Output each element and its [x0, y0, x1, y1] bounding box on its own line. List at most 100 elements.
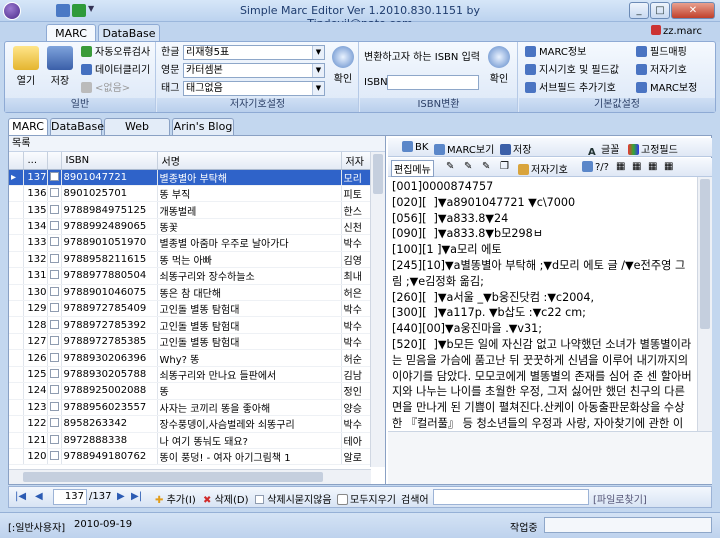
- checkbox-icon[interactable]: [49, 451, 59, 461]
- isbn-input[interactable]: [387, 75, 479, 90]
- header-isbn[interactable]: ISBN: [61, 152, 158, 170]
- checkbox-icon[interactable]: [49, 286, 59, 296]
- ribbon-tab-database[interactable]: DataBase: [98, 24, 160, 42]
- ribbon-tab-marc[interactable]: MARC: [46, 24, 96, 42]
- open-button[interactable]: 열기: [11, 46, 41, 87]
- table-row[interactable]: 126 9788930206396 Why? 똥 허순: [9, 349, 372, 367]
- author-code-tool-button[interactable]: 저자기호: [518, 161, 568, 176]
- table-row[interactable]: 134 9788992489065 똥꽃 신천: [9, 218, 372, 236]
- refresh-quick-icon[interactable]: [72, 4, 86, 17]
- tool-icon-a[interactable]: ▦: [616, 161, 625, 172]
- quick-access-dropdown-icon[interactable]: ▼: [88, 4, 98, 17]
- tool-icon-c[interactable]: ▦: [648, 161, 657, 172]
- file-find-button[interactable]: [파일로찾기]: [593, 491, 647, 506]
- table-row[interactable]: 123 9788956023557 사자는 코끼리 똥을 좋아해 양승: [9, 399, 372, 417]
- delete-confirm-checkbox[interactable]: 삭제시묻지않음: [255, 491, 332, 506]
- row-checkbox[interactable]: [47, 333, 62, 351]
- prev-record-icon[interactable]: ◀: [35, 491, 43, 502]
- last-record-icon[interactable]: ▶|: [131, 491, 142, 502]
- checkbox-icon[interactable]: [49, 270, 59, 280]
- wand-icon[interactable]: ✎: [482, 161, 490, 172]
- pen-icon[interactable]: ✎: [446, 161, 454, 172]
- row-checkbox[interactable]: [47, 448, 62, 466]
- auto-check-button[interactable]: 자동오류검사: [81, 45, 150, 61]
- app-logo-icon[interactable]: [3, 2, 21, 20]
- editor-save-button[interactable]: 저장: [500, 141, 531, 156]
- table-row[interactable]: 128 9788972785392 고인돌 별똥 탐험대 박수: [9, 316, 372, 334]
- subfield-button[interactable]: 서브필드 추가기호: [525, 81, 616, 97]
- help-button[interactable]: ?/?: [582, 161, 609, 173]
- table-row[interactable]: 136 8901025701 똥 부직 피토: [9, 185, 372, 203]
- row-checkbox[interactable]: [47, 267, 62, 285]
- row-checkbox[interactable]: [47, 234, 62, 252]
- row-checkbox[interactable]: [47, 399, 62, 417]
- tool-icon-d[interactable]: ▦: [664, 161, 673, 172]
- isbn-confirm-button[interactable]: 확인: [484, 46, 514, 85]
- edit-menu-button[interactable]: 편집메뉴: [391, 160, 434, 177]
- pen-alt-icon[interactable]: ✎: [464, 161, 472, 172]
- bk-button[interactable]: BK: [402, 141, 428, 153]
- author-confirm-button[interactable]: 확인: [329, 46, 357, 85]
- header-title[interactable]: 서명: [157, 152, 342, 170]
- row-checkbox[interactable]: [47, 300, 62, 318]
- checkbox-icon[interactable]: [49, 401, 59, 411]
- table-row[interactable]: 122 8958263342 장수풍뎅이,사슴벌레와 쇠똥구리 박수: [9, 415, 372, 433]
- field-mapping-button[interactable]: 필드매핑: [636, 45, 687, 61]
- marc-correct-button[interactable]: MARC보정: [636, 81, 697, 97]
- first-record-icon[interactable]: |◀: [15, 491, 26, 502]
- tab-database[interactable]: DataBase: [50, 118, 104, 136]
- table-row[interactable]: 131 9788977880504 쇠똥구리와 장수하늘소 최내: [9, 267, 372, 285]
- checkbox-icon[interactable]: [49, 385, 59, 395]
- clear-all-button[interactable]: 모두지우기: [337, 491, 396, 506]
- marc-view-button[interactable]: MARC보기: [434, 141, 494, 156]
- tab-arins-blog[interactable]: Arin's Blog: [172, 118, 234, 136]
- row-checkbox[interactable]: [47, 251, 62, 269]
- row-checkbox[interactable]: [47, 185, 62, 203]
- table-row[interactable]: 124 9788925002088 똥 정인: [9, 382, 372, 400]
- row-checkbox[interactable]: [47, 432, 62, 449]
- hscroll-thumb[interactable]: [23, 472, 323, 482]
- checkbox-icon[interactable]: [49, 352, 59, 362]
- checkbox-icon[interactable]: [49, 204, 59, 214]
- checkbox-icon[interactable]: [49, 221, 59, 231]
- row-checkbox[interactable]: [47, 316, 62, 334]
- table-row[interactable]: ▸ 137 8901047721 별종별아 부탁해 모리: [9, 169, 372, 186]
- copy-icon[interactable]: ❐: [500, 161, 509, 172]
- checkbox-icon[interactable]: [49, 434, 59, 444]
- checkbox-icon[interactable]: [49, 188, 59, 198]
- marc-info-button[interactable]: MARC정보: [525, 45, 586, 61]
- record-position-input[interactable]: 137: [53, 489, 87, 505]
- author-tag-select[interactable]: 태그없음 ▼: [183, 81, 325, 96]
- checkbox-icon[interactable]: [49, 237, 59, 247]
- font-button[interactable]: A 글꼴: [588, 141, 619, 158]
- table-row[interactable]: 130 9788901046075 똥은 참 대단해 허은: [9, 284, 372, 302]
- row-checkbox[interactable]: [47, 218, 62, 236]
- tab-marc[interactable]: MARC: [8, 118, 48, 136]
- row-checkbox[interactable]: [47, 169, 62, 186]
- table-row[interactable]: 125 9788930205788 쇠똥구리와 만나요 들판에서 김남: [9, 366, 372, 384]
- checkbox-icon[interactable]: [49, 171, 59, 181]
- table-row[interactable]: 120 9788949180762 똥이 풍덩! - 여자 아기그림책 1 알로: [9, 448, 372, 466]
- add-button[interactable]: ✚ 추가(I): [155, 491, 196, 506]
- editor-scrollbar[interactable]: [697, 177, 712, 431]
- row-checkbox[interactable]: [47, 201, 62, 219]
- table-row[interactable]: 129 9788972785409 고인돌 별똥 탐험대 박수: [9, 300, 372, 318]
- table-row[interactable]: 133 9788901051970 별종별 아줌마 우주로 날아가다 박수: [9, 234, 372, 252]
- search-input[interactable]: [433, 489, 589, 505]
- tab-web-search[interactable]: Web Search: [104, 118, 170, 149]
- row-checkbox[interactable]: [47, 415, 62, 433]
- table-row[interactable]: 127 9788972785385 고인돌 별똥 탐험대 박수: [9, 333, 372, 351]
- checkbox-icon[interactable]: [49, 418, 59, 428]
- none-button[interactable]: <없음>: [81, 81, 130, 97]
- table-row[interactable]: 135 9788984975125 개똥벌레 한스: [9, 201, 372, 219]
- save-quick-icon[interactable]: [56, 4, 70, 17]
- author-english-select[interactable]: 카터셈본 ▼: [183, 63, 325, 78]
- author-korean-select[interactable]: 리재형5표 ▼: [183, 45, 325, 60]
- table-row[interactable]: 121 8972888338 나 여기 똥눠도 돼요? 테아: [9, 432, 372, 449]
- data-clean-button[interactable]: 데이터클리기: [81, 63, 150, 79]
- save-button[interactable]: 저장: [45, 46, 75, 87]
- checkbox-icon[interactable]: [49, 303, 59, 313]
- next-record-icon[interactable]: ▶: [117, 491, 125, 502]
- header-author[interactable]: 저자: [341, 152, 372, 170]
- list-vertical-scrollbar[interactable]: [370, 152, 385, 467]
